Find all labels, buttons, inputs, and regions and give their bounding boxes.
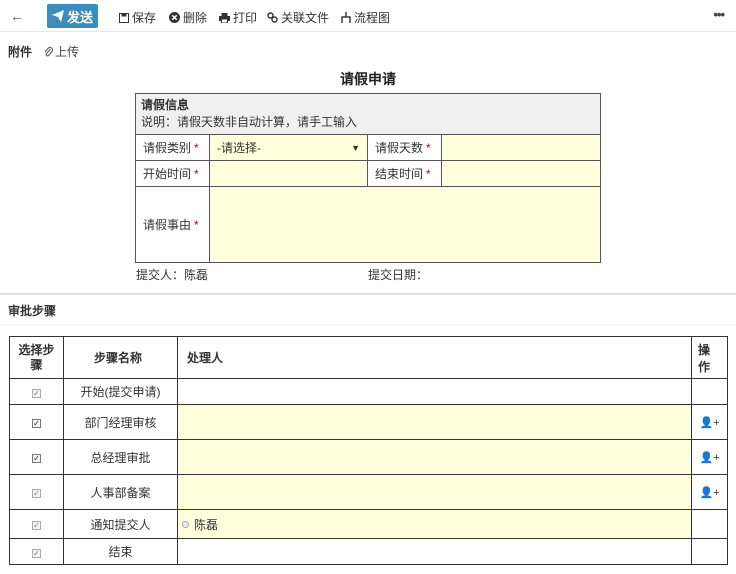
step-name: 部门经理审核 — [63, 404, 178, 440]
delete-button[interactable]: 删除 — [169, 9, 207, 26]
save-button[interactable]: 保存 — [119, 9, 156, 26]
save-label: 保存 — [132, 11, 157, 25]
approval-divider — [0, 324, 736, 325]
step-checkbox[interactable]: ✓ — [32, 454, 41, 463]
end-time-label: 结束时间 * — [367, 160, 442, 187]
leave-info-header: 请假信息 说明：请假天数非自动计算，请手工输入 — [135, 93, 601, 135]
save-icon — [119, 12, 129, 23]
step-handler — [177, 538, 692, 565]
step-handler-input[interactable] — [177, 439, 692, 475]
step-row: ✓ 人事部备案 👤+ — [9, 474, 728, 510]
col-action: 操作 — [691, 336, 728, 379]
step-row: ✓ 结束 — [9, 538, 728, 565]
submitter: 提交人：陈磊 — [136, 266, 208, 283]
leave-type-select[interactable]: -请选择- ▼ — [209, 134, 368, 161]
end-time-input[interactable] — [441, 160, 601, 187]
handler-radio[interactable] — [182, 520, 189, 528]
step-handler-input[interactable] — [177, 404, 692, 440]
delete-label: 删除 — [183, 11, 208, 25]
leave-days-input[interactable] — [441, 134, 601, 161]
toolbar: ← 发送 保存 删除 打印 关联文件 流程图 ••• — [0, 0, 736, 32]
step-name: 总经理审批 — [63, 439, 178, 475]
leave-type-value: -请选择- — [217, 141, 261, 155]
step-checkbox: ✓ — [32, 388, 41, 398]
step-checkbox: ✓ — [32, 489, 41, 498]
back-arrow-icon[interactable]: ← — [10, 8, 24, 24]
step-checkbox[interactable]: ✓ — [32, 419, 41, 428]
col-handler: 处理人 — [177, 336, 692, 379]
dropdown-arrow-icon: ▼ — [351, 142, 360, 153]
upload-button[interactable]: 上传 — [44, 43, 79, 60]
handler-name: 陈磊 — [194, 517, 219, 532]
step-name: 通知提交人 — [63, 509, 178, 539]
step-row: ✓ 部门经理审核 👤+ — [9, 404, 728, 440]
step-action — [691, 378, 728, 405]
approval-steps-table: 选择步骤 步骤名称 处理人 操作 ✓ 开始(提交申请) ✓ 部门经理审核 👤+ … — [9, 336, 728, 565]
submitter-label: 提交人： — [136, 268, 185, 282]
start-time-input[interactable] — [209, 160, 368, 187]
link-icon — [267, 12, 278, 23]
paper-plane-icon — [51, 10, 64, 22]
related-files-label: 关联文件 — [281, 11, 330, 25]
step-name: 结束 — [63, 538, 178, 565]
submitter-value: 陈磊 — [184, 268, 209, 282]
upload-label: 上传 — [55, 45, 80, 59]
leave-type-label: 请假类别 * — [135, 134, 210, 161]
submit-date: 提交日期： — [368, 266, 428, 283]
step-checkbox: ✓ — [32, 548, 41, 558]
step-action — [691, 538, 728, 565]
print-label: 打印 — [233, 11, 258, 25]
paperclip-icon — [44, 47, 53, 57]
form-title: 请假申请 — [340, 71, 396, 87]
section-divider — [0, 293, 736, 295]
flowchart-button[interactable]: 流程图 — [341, 9, 390, 26]
leave-reason-label: 请假事由 * — [135, 186, 210, 263]
sitemap-icon — [341, 12, 351, 23]
leave-days-label: 请假天数 * — [367, 134, 442, 161]
col-step-name: 步骤名称 — [63, 336, 178, 379]
section-title: 请假信息 — [141, 98, 190, 112]
step-handler-input[interactable] — [177, 474, 692, 510]
attachments-row: 附件 上传 — [8, 43, 79, 60]
submit-date-label: 提交日期： — [368, 268, 429, 282]
send-button[interactable]: 发送 — [47, 4, 98, 28]
section-note: 说明：请假天数非自动计算，请手工输入 — [141, 115, 358, 129]
more-menu-icon[interactable]: ••• — [713, 7, 725, 22]
step-action — [691, 509, 728, 539]
add-user-icon[interactable]: 👤+ — [699, 452, 719, 464]
print-icon — [219, 12, 230, 23]
delete-icon — [169, 12, 180, 23]
leave-form-table: 请假信息 说明：请假天数非自动计算，请手工输入 请假类别 * -请选择- ▼ 请假天… — [135, 93, 601, 263]
step-row: ✓ 总经理审批 👤+ — [9, 439, 728, 475]
col-select-step: 选择步骤 — [9, 336, 64, 379]
step-handler — [177, 378, 692, 405]
send-label: 发送 — [66, 9, 93, 25]
approval-steps-title: 审批步骤 — [8, 304, 57, 318]
step-row: ✓ 通知提交人 陈磊 — [9, 509, 728, 539]
related-files-button[interactable]: 关联文件 — [267, 9, 329, 26]
add-user-icon[interactable]: 👤+ — [699, 417, 719, 429]
start-time-label: 开始时间 * — [135, 160, 210, 187]
leave-reason-textarea[interactable] — [209, 186, 601, 263]
print-button[interactable]: 打印 — [219, 9, 257, 26]
add-user-icon[interactable]: 👤+ — [699, 487, 719, 499]
step-checkbox: ✓ — [32, 521, 41, 530]
attachments-label: 附件 — [8, 45, 33, 59]
step-name: 人事部备案 — [63, 474, 178, 510]
step-row: ✓ 开始(提交申请) — [9, 378, 728, 405]
flowchart-label: 流程图 — [354, 11, 391, 25]
step-name: 开始(提交申请) — [63, 378, 178, 405]
step-handler: 陈磊 — [177, 509, 692, 539]
